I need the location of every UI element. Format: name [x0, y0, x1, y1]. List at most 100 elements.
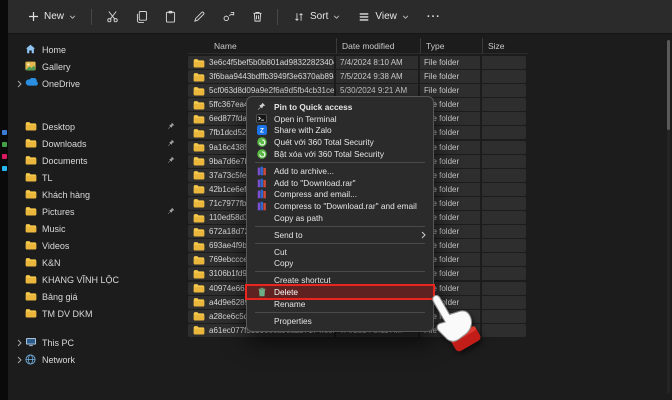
sidebar-item-pictures[interactable]: Pictures [12, 203, 184, 220]
rename-button[interactable] [186, 5, 212, 29]
rename-icon [193, 10, 206, 23]
delete-button[interactable] [244, 5, 270, 29]
menu-item-delete[interactable]: Delete [247, 286, 433, 298]
menu-item-label: Delete [274, 287, 298, 297]
more-options-button[interactable]: ··· [419, 7, 449, 27]
sidebar-item-this-pc[interactable]: This PC [12, 334, 184, 351]
toolbar-icon-group [99, 5, 270, 29]
view-icon [358, 11, 370, 23]
menu-separator [255, 312, 425, 313]
desktop-edge [0, 0, 8, 400]
sidebar-item-bang-gia[interactable]: Bảng giá [12, 288, 184, 305]
file-size-cell [482, 310, 526, 323]
desktop-icon-dot [2, 154, 7, 159]
file-size-cell [482, 98, 526, 111]
onedrive-icon [25, 78, 38, 88]
home-icon [25, 44, 36, 56]
pin-icon [167, 156, 175, 166]
sidebar-item-khang-vinh-loc[interactable]: KHANG VĨNH LỘC [12, 271, 184, 288]
menu-item-share-with-zalo[interactable]: ZShare with Zalo [247, 125, 433, 137]
menu-item-open-in-terminal[interactable]: Open in Terminal [247, 113, 433, 125]
menu-item-copy-as-path[interactable]: Copy as path [247, 212, 433, 224]
folder-icon [193, 269, 205, 279]
paste-button[interactable] [157, 5, 183, 29]
menu-item-copy[interactable]: Copy [247, 258, 433, 270]
column-header-name[interactable]: Name [188, 38, 336, 53]
menu-item-properties[interactable]: Properties [247, 315, 433, 327]
menu-item-label: Cut [274, 247, 287, 257]
view-button[interactable]: View [350, 7, 417, 27]
menu-item-label: Copy [274, 258, 293, 268]
menu-item-add-to-archive[interactable]: Add to archive... [247, 165, 433, 177]
file-size-cell [482, 282, 526, 295]
sidebar-item-music[interactable]: Music [12, 220, 184, 237]
file-name: 5cf063d8d09a9e2f6a9d5fb4cb31ce2 [209, 86, 334, 95]
sidebar-item-desktop[interactable]: Desktop [12, 118, 184, 135]
sidebar-item-tm-dv-dkm[interactable]: TM DV DKM [12, 305, 184, 322]
folder-icon [193, 311, 205, 321]
menu-separator [255, 226, 425, 227]
menu-item-compress-to-download-rar-and-email[interactable]: Compress to "Download.rar" and email [247, 200, 433, 212]
sidebar-item-khach-hang[interactable]: Khách hàng [12, 186, 184, 203]
menu-item-cut[interactable]: Cut [247, 246, 433, 258]
menu-item-add-to-download-rar[interactable]: Add to "Download.rar" [247, 177, 433, 189]
sidebar-item-label: TL [42, 173, 53, 183]
winrar-icon [254, 201, 269, 212]
menu-item-quet-voi-360-total-security[interactable]: Quét với 360 Total Security [247, 136, 433, 148]
file-size-cell [482, 141, 526, 154]
column-header-size[interactable]: Size [482, 38, 528, 53]
file-name: 42b1ce6eff [209, 185, 248, 194]
desktop-icon-dot [2, 166, 7, 171]
folder-icon [25, 291, 37, 303]
folder-icon [193, 255, 205, 265]
vertical-scrollbar[interactable] [667, 40, 670, 394]
sidebar-item-gallery[interactable]: Gallery [12, 58, 184, 75]
file-name: 7fb1dcd52b [209, 128, 251, 137]
sidebar-item-downloads[interactable]: Downloads [12, 135, 184, 152]
sidebar-item-network[interactable]: Network [12, 351, 184, 368]
sidebar-item-k-n[interactable]: K&N [12, 254, 184, 271]
column-header-type[interactable]: Type [420, 38, 482, 53]
sidebar-item-documents[interactable]: Documents [12, 152, 184, 169]
paste-icon [164, 10, 177, 23]
share-button[interactable] [215, 5, 241, 29]
context-menu: Pin to Quick accessOpen in TerminalZShar… [246, 96, 434, 332]
menu-item-label: Add to "Download.rar" [274, 178, 356, 188]
folder-icon [193, 58, 205, 68]
menu-item-rename[interactable]: Rename [247, 298, 433, 310]
scrollbar-thumb[interactable] [667, 40, 670, 130]
file-size-cell [482, 324, 526, 337]
sidebar-item-label: Downloads [42, 139, 87, 149]
sort-button-label: Sort [310, 11, 328, 22]
chevron-right-icon [17, 356, 22, 366]
folder-icon [193, 142, 205, 152]
file-name: 3106b1fd97 [209, 269, 251, 278]
sidebar-item-tl[interactable]: TL [12, 169, 184, 186]
file-name-cell: 3f6baa9443bdffb3949f3e6370ab89a48 [188, 70, 334, 83]
menu-item-create-shortcut[interactable]: Create shortcut [247, 274, 433, 286]
file-row[interactable]: 3e6c4f5bef5b0b801ad9832282340e4c7/4/2024… [188, 56, 528, 70]
file-size-cell [482, 296, 526, 309]
cut-button[interactable] [99, 5, 125, 29]
copy-button[interactable] [128, 5, 154, 29]
new-button[interactable]: New [20, 7, 84, 26]
sort-button[interactable]: Sort [285, 7, 348, 27]
new-button-label: New [44, 11, 64, 22]
menu-item-bat-xoa-voi-360-total-security[interactable]: Bật xóa với 360 Total Security [247, 148, 433, 160]
menu-item-send-to[interactable]: Send to [247, 229, 433, 241]
column-header-date-modified[interactable]: Date modified [336, 38, 420, 53]
file-size-cell [482, 126, 526, 139]
folder-icon [193, 114, 205, 124]
sidebar-item-label: Pictures [42, 207, 75, 217]
sidebar-item-videos[interactable]: Videos [12, 237, 184, 254]
menu-item-compress-and-email[interactable]: Compress and email... [247, 189, 433, 201]
file-row[interactable]: 3f6baa9443bdffb3949f3e6370ab89a487/5/202… [188, 70, 528, 84]
file-size-cell [482, 70, 526, 83]
menu-item-pin-to-quick-access[interactable]: Pin to Quick access [247, 101, 433, 113]
folder-icon [25, 189, 37, 201]
file-name: 672a18d72f [209, 227, 251, 236]
sidebar-item-label: OneDrive [42, 79, 80, 89]
sidebar-item-home[interactable]: Home [12, 41, 184, 58]
sidebar-item-onedrive[interactable]: OneDrive [12, 75, 184, 92]
folder-icon [25, 274, 37, 286]
